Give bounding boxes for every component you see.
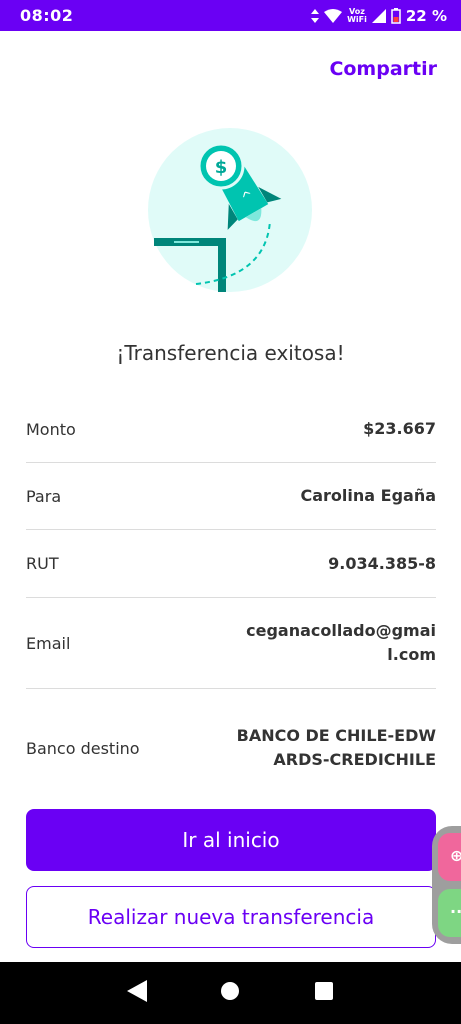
status-bar: 08:02 Voz WiFi 22 %	[0, 0, 461, 31]
network-type-bottom: WiFi	[347, 14, 367, 24]
detail-row-amount: Monto $23.667	[26, 396, 436, 463]
coin-symbol: $	[215, 157, 228, 178]
wifi-icon	[324, 8, 343, 23]
detail-value: $23.667	[363, 419, 436, 438]
detail-row-recipient: Para Carolina Egaña	[26, 463, 436, 530]
rocket-money-icon: ^ $	[148, 128, 312, 292]
system-nav-bar	[0, 962, 461, 1024]
network-type: Voz WiFi	[347, 7, 367, 24]
plus-icon: ⊕	[450, 846, 461, 865]
transfer-details: Monto $23.667 Para Carolina Egaña RUT 9.…	[26, 396, 436, 807]
detail-value: ceganacollado@gmail.com	[246, 621, 436, 664]
back-icon[interactable]	[126, 980, 147, 1006]
detail-row-rut: RUT 9.034.385-8	[26, 530, 436, 598]
new-transfer-button[interactable]: Realizar nueva transferencia	[26, 886, 436, 948]
detail-label: Banco destino	[26, 738, 140, 758]
home-icon[interactable]	[220, 981, 240, 1005]
floating-more-button[interactable]: ··	[438, 889, 461, 937]
detail-value: BANCO DE CHILE-EDWARDS-CREDICHILE	[236, 726, 436, 769]
status-icons: Voz WiFi 22 %	[311, 7, 447, 25]
battery-percent: 22 %	[405, 6, 447, 25]
go-home-button[interactable]: Ir al inicio	[26, 809, 436, 871]
signal-icon	[371, 8, 386, 23]
detail-value: 9.034.385-8	[328, 553, 436, 573]
battery-icon	[391, 7, 401, 24]
detail-label: Email	[26, 633, 71, 653]
detail-label: RUT	[26, 554, 59, 573]
detail-label: Monto	[26, 419, 76, 439]
data-arrows-icon	[311, 8, 320, 23]
success-title: ¡Transferencia exitosa!	[116, 341, 345, 365]
detail-value: Carolina Egaña	[300, 486, 436, 505]
status-time: 08:02	[20, 6, 74, 25]
recents-icon[interactable]	[314, 981, 334, 1005]
more-icon: ··	[450, 902, 461, 921]
detail-label: Para	[26, 486, 62, 506]
detail-row-bank: Banco destino BANCO DE CHILE-EDWARDS-CRE…	[26, 689, 436, 807]
share-button[interactable]: Compartir	[329, 58, 437, 80]
floating-add-button[interactable]: ⊕	[438, 833, 461, 881]
detail-row-email: Email ceganacollado@gmail.com	[26, 598, 436, 689]
